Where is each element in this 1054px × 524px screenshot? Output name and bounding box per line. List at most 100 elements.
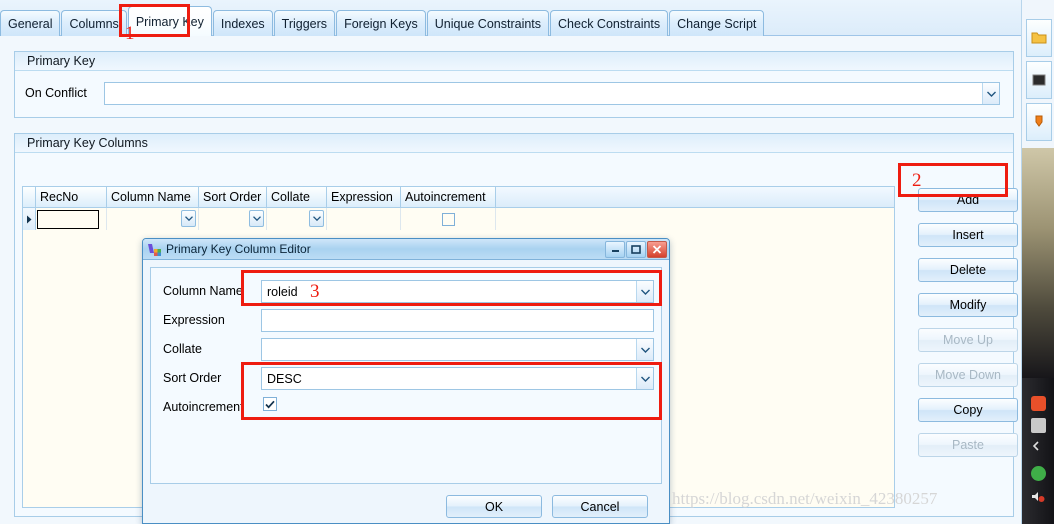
folder-icon[interactable] [1026, 19, 1052, 57]
insert-button[interactable]: Insert [918, 223, 1018, 247]
modify-button[interactable]: Modify [918, 293, 1018, 317]
on-conflict-combo[interactable] [104, 82, 1000, 105]
collate-combo[interactable] [261, 338, 654, 361]
primary-key-column-editor-dialog: Primary Key Column Editor Column Name ro… [142, 238, 670, 524]
desktop-wallpaper [1022, 148, 1054, 378]
tab-list: General Columns Primary Key Indexes Triggers… [0, 5, 765, 36]
expression-input[interactable] [261, 309, 654, 332]
grid-column-header-label: Expression [331, 190, 393, 204]
tray-icon-print[interactable] [1031, 418, 1046, 433]
chevron-down-icon[interactable] [249, 210, 264, 227]
grid-column-header[interactable]: Autoincrement [401, 187, 496, 207]
sort-order-value: DESC [267, 371, 302, 386]
primary-key-group-title: Primary Key [15, 52, 1013, 71]
grid-cell-column-name[interactable] [107, 208, 199, 230]
row-indicator-arrow-icon [23, 208, 36, 230]
tray-icon-app[interactable] [1031, 396, 1046, 411]
column-name-label: Column Name [163, 284, 243, 298]
chevron-down-icon[interactable] [636, 281, 653, 302]
ok-button[interactable]: OK [446, 495, 542, 518]
grid-cell-autoincrement[interactable] [401, 208, 496, 230]
autoincrement-checkbox[interactable] [263, 397, 277, 411]
grid-cell-collate[interactable] [267, 208, 327, 230]
chevron-down-icon[interactable] [309, 210, 324, 227]
right-edge-strip [1021, 0, 1054, 524]
primary-key-columns-group-title: Primary Key Columns [15, 134, 1013, 153]
autoincrement-label: Autoincrement [163, 400, 244, 414]
minimize-icon[interactable] [605, 240, 625, 258]
sort-order-label: Sort Order [163, 371, 222, 385]
dialog-title: Primary Key Column Editor [166, 242, 311, 256]
button-label: Move Up [942, 333, 994, 347]
dialog-title-bar[interactable]: Primary Key Column Editor [143, 239, 669, 260]
tab-label: Primary Key [135, 14, 204, 29]
app-root: General Columns Primary Key Indexes Triggers… [0, 0, 1054, 524]
expression-label: Expression [163, 313, 225, 327]
plug-icon[interactable] [1026, 103, 1052, 141]
grid-autoincrement-checkbox[interactable] [441, 212, 455, 226]
tray-icon-network[interactable] [1031, 466, 1046, 481]
grid-column-header[interactable]: Expression [327, 187, 401, 207]
column-name-combo[interactable]: roleid [261, 280, 654, 303]
move-up-button: Move Up [918, 328, 1018, 352]
tab-foreign-keys[interactable]: Foreign Keys [336, 10, 426, 36]
grid-cell-sort-order[interactable] [199, 208, 267, 230]
chevron-down-icon[interactable] [636, 368, 653, 389]
tab-strip: General Columns Primary Key Indexes Triggers… [0, 0, 1021, 36]
annotation-number-3: 3 [310, 281, 320, 302]
tab-change-script[interactable]: Change Script [669, 10, 765, 36]
chevron-down-icon[interactable] [982, 83, 999, 104]
button-label: Move Down [935, 368, 1001, 382]
tab-columns[interactable]: Columns [61, 10, 127, 36]
grid-row-indicator-header [23, 187, 36, 207]
tab-label: General [8, 16, 53, 31]
close-icon[interactable] [647, 240, 667, 258]
chevron-down-icon[interactable] [636, 339, 653, 360]
grid-row[interactable] [23, 208, 894, 230]
button-label: Delete [949, 263, 987, 277]
tab-label: Unique Constraints [434, 16, 542, 31]
chevron-left-icon[interactable] [1031, 440, 1046, 455]
grid-column-header-label: Column Name [111, 190, 191, 204]
window-icon[interactable] [1026, 61, 1052, 99]
annotation-number-1: 1 [125, 23, 135, 44]
ok-button-label: OK [484, 499, 504, 514]
delete-button[interactable]: Delete [918, 258, 1018, 282]
copy-button[interactable]: Copy [918, 398, 1018, 422]
button-label: Insert [952, 228, 984, 242]
tab-label: Check Constraints [558, 16, 661, 31]
tab-label: Foreign Keys [344, 16, 418, 31]
annotation-number-2: 2 [912, 170, 922, 191]
paste-button: Paste [918, 433, 1018, 457]
grid-column-header-label: Collate [271, 190, 310, 204]
on-conflict-label: On Conflict [25, 86, 87, 100]
maximize-icon[interactable] [626, 240, 646, 258]
primary-key-group-body: On Conflict [15, 71, 1013, 117]
tab-primary-key[interactable]: Primary Key [127, 6, 212, 36]
grid-column-header-label: RecNo [40, 190, 79, 204]
tab-label: Change Script [677, 16, 757, 31]
move-down-button: Move Down [918, 363, 1018, 387]
cancel-button-label: Cancel [580, 499, 620, 514]
tab-indexes[interactable]: Indexes [212, 10, 273, 36]
add-button[interactable]: Add [918, 188, 1018, 212]
cancel-button[interactable]: Cancel [552, 495, 648, 518]
tab-unique-constraints[interactable]: Unique Constraints [426, 10, 550, 36]
tab-check-constraints[interactable]: Check Constraints [550, 10, 669, 36]
chevron-down-icon[interactable] [181, 210, 196, 227]
grid-column-header[interactable]: RecNo [36, 187, 107, 207]
tab-triggers[interactable]: Triggers [273, 10, 336, 36]
grid-cell-expression[interactable] [327, 208, 401, 230]
dialog-form-panel: Column Name roleid Expression Collate So… [150, 267, 662, 484]
grid-column-header-label: Autoincrement [405, 190, 486, 204]
grid-column-header[interactable]: Sort Order [199, 187, 267, 207]
active-cell-editor[interactable] [37, 209, 99, 229]
grid-body [23, 208, 894, 230]
sort-order-combo[interactable]: DESC [261, 367, 654, 390]
volume-icon[interactable] [1031, 490, 1046, 505]
tab-general[interactable]: General [0, 10, 61, 36]
grid-column-header[interactable]: Collate [267, 187, 327, 207]
tab-label: Triggers [281, 16, 328, 31]
grid-cell-recno[interactable] [36, 208, 107, 230]
grid-column-header[interactable]: Column Name [107, 187, 199, 207]
